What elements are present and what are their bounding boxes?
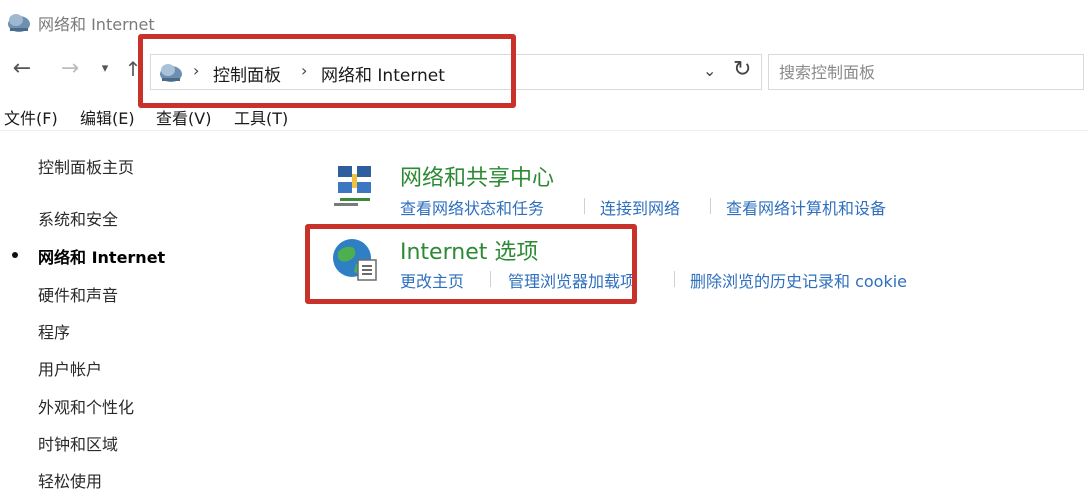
window-title: 网络和 Internet: [38, 15, 155, 34]
sidebar-item-control-panel-home[interactable]: 控制面板主页: [38, 154, 134, 178]
link-separator: [674, 271, 675, 287]
link-connect-to-network[interactable]: 连接到网络: [600, 195, 680, 219]
sidebar-item-ease-of-access[interactable]: 轻松使用: [38, 468, 102, 492]
search-input[interactable]: [777, 59, 1077, 85]
sidebar-item-system-security[interactable]: 系统和安全: [38, 206, 118, 230]
forward-arrow-icon[interactable]: →: [56, 54, 84, 84]
menu-tools[interactable]: 工具(T): [234, 105, 288, 129]
link-view-network-status[interactable]: 查看网络状态和任务: [400, 195, 544, 219]
menu-file[interactable]: 文件(F): [4, 105, 58, 129]
network-sharing-center-icon: [330, 160, 380, 210]
sidebar-item-programs[interactable]: 程序: [38, 319, 70, 343]
active-item-bullet: [12, 252, 18, 258]
recent-locations-chevron-icon[interactable]: ▾: [96, 54, 114, 84]
menu-view[interactable]: 查看(V): [156, 105, 211, 129]
link-separator: [584, 198, 585, 214]
sidebar-item-clock-region[interactable]: 时钟和区域: [38, 431, 118, 455]
menu-edit[interactable]: 编辑(E): [80, 105, 135, 129]
category-title-network-sharing-center[interactable]: 网络和共享中心: [400, 160, 554, 192]
back-arrow-icon[interactable]: ←: [8, 54, 36, 84]
address-dropdown-icon[interactable]: ⌄: [703, 61, 716, 80]
sidebar-item-appearance[interactable]: 外观和个性化: [38, 394, 134, 418]
link-separator: [710, 198, 711, 214]
sidebar-item-user-accounts[interactable]: 用户帐户: [38, 356, 102, 380]
sidebar-item-hardware-sound[interactable]: 硬件和声音: [38, 282, 118, 306]
link-delete-browsing-history[interactable]: 删除浏览的历史记录和 cookie: [690, 268, 907, 292]
refresh-icon[interactable]: ↻: [733, 57, 751, 82]
sidebar: 控制面板主页 系统和安全 网络和 Internet 硬件和声音 程序 用户帐户 …: [0, 140, 290, 500]
search-box[interactable]: [768, 54, 1084, 90]
highlight-frame-address-bar: [138, 34, 516, 108]
link-view-network-computers[interactable]: 查看网络计算机和设备: [726, 195, 886, 219]
category-network-sharing-center: 网络和共享中心 查看网络状态和任务 连接到网络 查看网络计算机和设备: [330, 158, 950, 218]
control-panel-window: 网络和 Internet ← → ▾ ↑ › 控制面板 › 网络和 Intern…: [0, 0, 1088, 500]
highlight-frame-internet-options: [305, 224, 637, 304]
sidebar-item-network-internet[interactable]: 网络和 Internet: [38, 244, 165, 268]
network-globe-icon: [6, 10, 32, 34]
